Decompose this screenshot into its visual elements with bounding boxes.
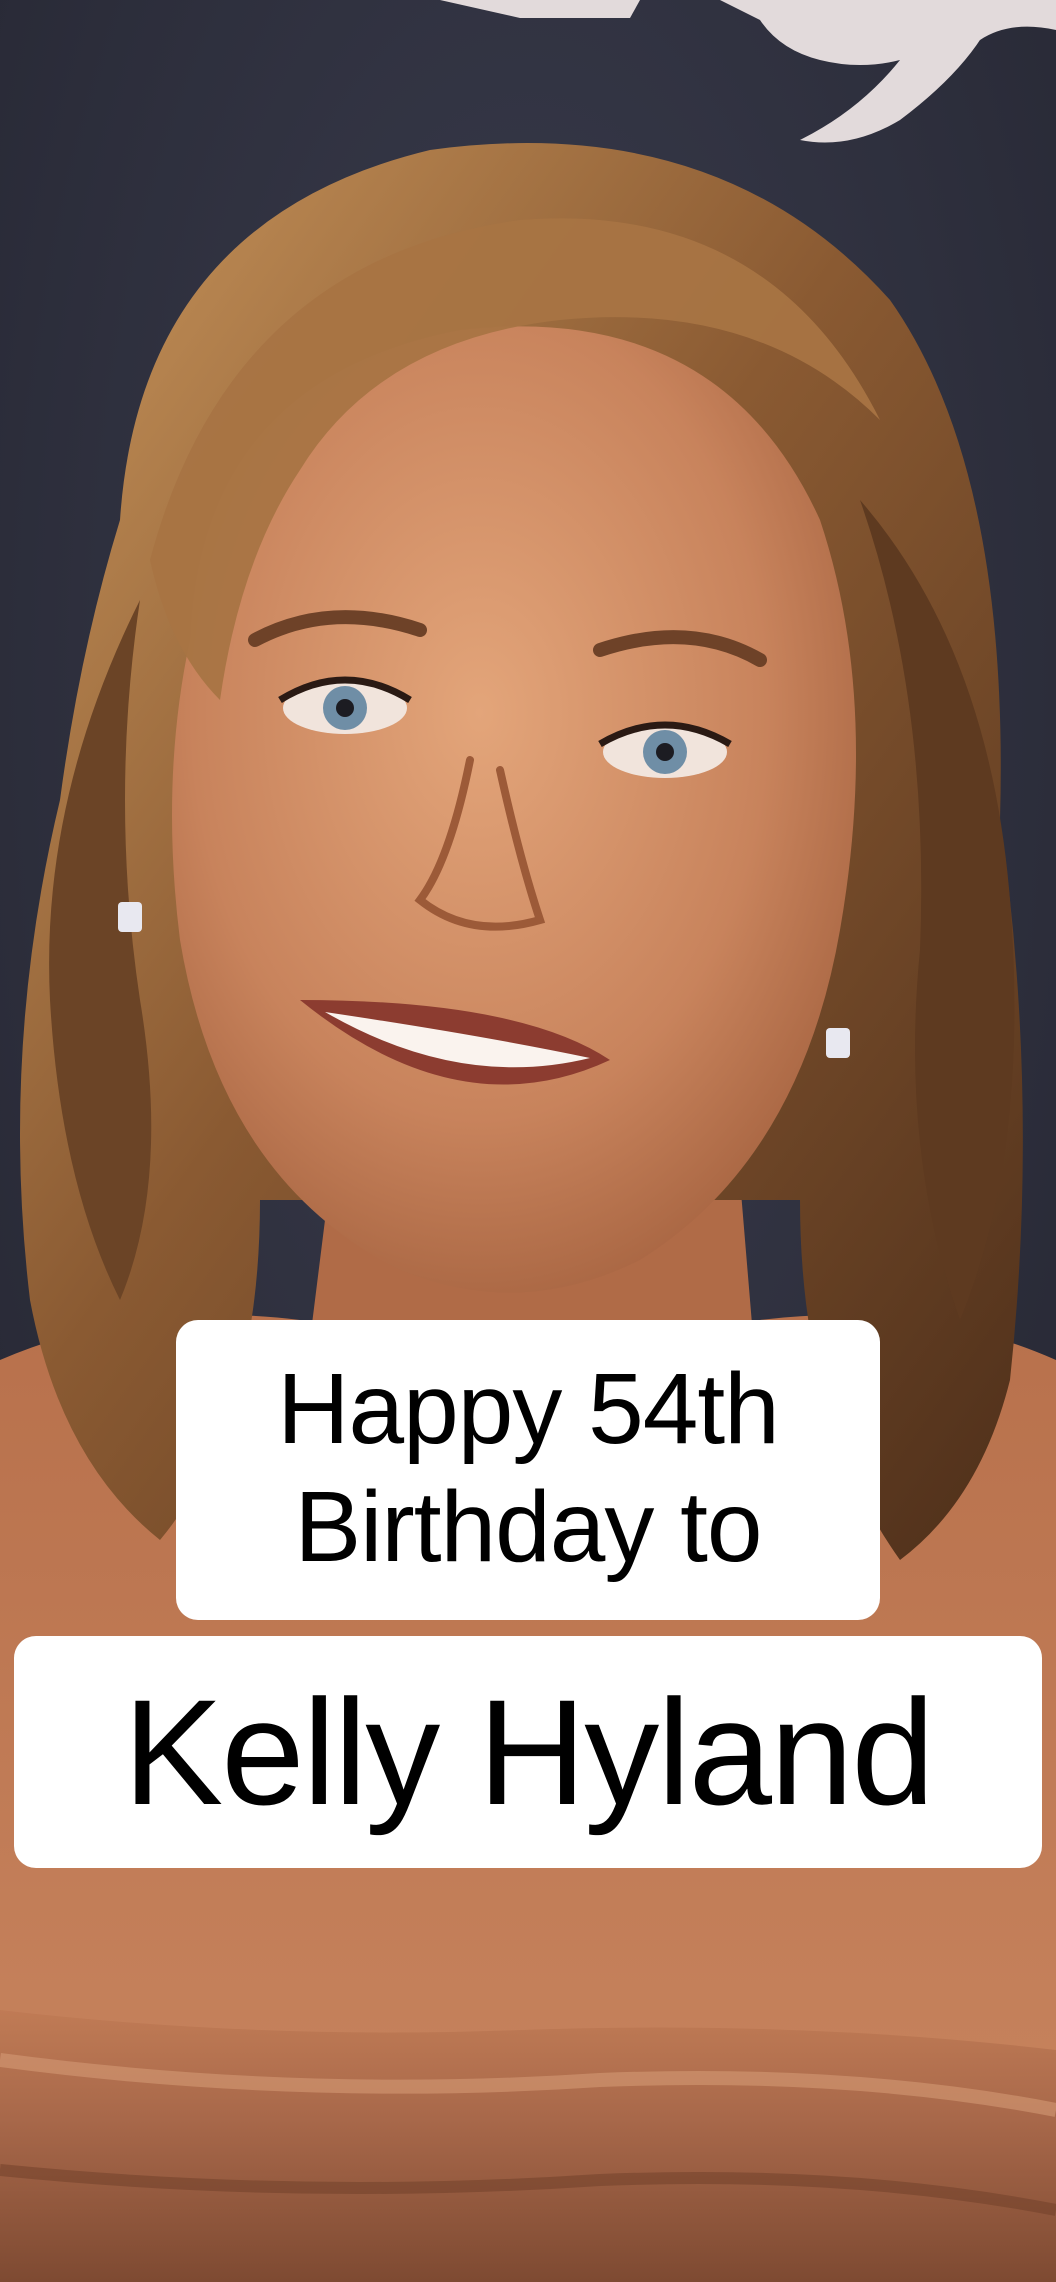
- portrait-photo: [0, 0, 1056, 2282]
- name-caption-box: Kelly Hyland: [14, 1636, 1042, 1868]
- video-frame: Happy 54th Birthday to Kelly Hyland: [0, 0, 1056, 2282]
- birthday-caption-box: Happy 54th Birthday to: [176, 1320, 880, 1620]
- celebrity-name: Kelly Hyland: [123, 1668, 935, 1836]
- caption-line-2: Birthday to: [294, 1471, 762, 1583]
- caption-line-1: Happy 54th: [277, 1353, 779, 1465]
